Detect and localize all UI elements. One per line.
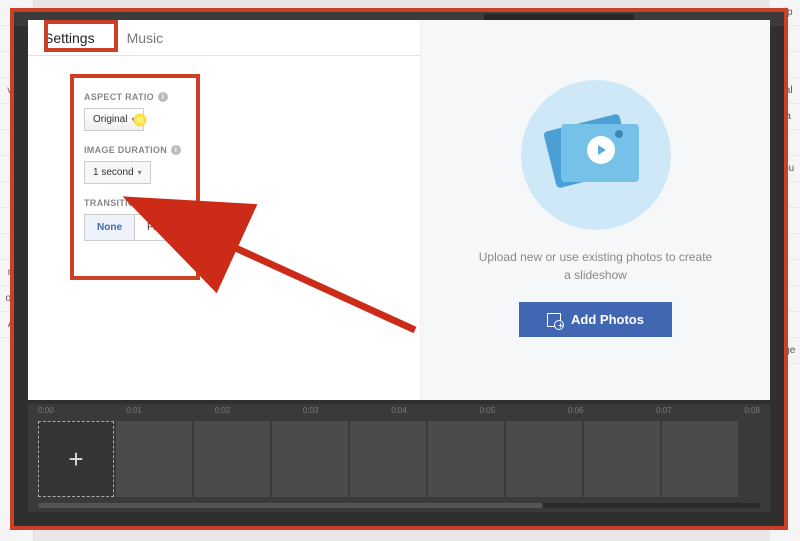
timeline-tick: 0:07 xyxy=(656,406,672,415)
timeline-slot[interactable] xyxy=(350,421,426,497)
aspect-ratio-dropdown[interactable]: Original ▾ xyxy=(84,108,144,131)
timeline-tick: 0:02 xyxy=(215,406,231,415)
timeline-slot[interactable] xyxy=(116,421,192,497)
illustration-dot xyxy=(615,130,623,138)
tab-music[interactable]: Music xyxy=(111,20,180,56)
upload-help-text: Upload new or use existing photos to cre… xyxy=(476,248,716,284)
info-icon[interactable]: i xyxy=(146,198,156,208)
timeline-slot[interactable] xyxy=(506,421,582,497)
timeline-tick: 0:04 xyxy=(391,406,407,415)
aspect-ratio-value: Original xyxy=(93,114,127,125)
timeline-slot[interactable] xyxy=(584,421,660,497)
transition-label: TRANSITION i xyxy=(84,198,186,208)
timeline-tick: 0:00 xyxy=(38,406,54,415)
cursor-highlight-icon xyxy=(133,113,147,127)
info-icon[interactable]: i xyxy=(158,92,168,102)
timeline-tick: 0:06 xyxy=(568,406,584,415)
add-slide-slot[interactable]: + xyxy=(38,421,114,497)
chevron-down-icon: ▾ xyxy=(138,168,142,177)
image-duration-label: IMAGE DURATION i xyxy=(84,145,186,155)
annotation-arrow-icon xyxy=(200,220,430,345)
image-duration-value: 1 second xyxy=(93,167,134,178)
aspect-ratio-label-text: ASPECT RATIO xyxy=(84,92,154,102)
timeline: 0:00 0:01 0:02 0:03 0:04 0:05 0:06 0:07 0:08 + xyxy=(28,404,770,512)
transition-label-text: TRANSITION xyxy=(84,198,142,208)
transition-fade-button[interactable]: Fade xyxy=(135,215,182,240)
timeline-slots: + xyxy=(28,415,770,497)
play-icon xyxy=(587,136,615,164)
image-duration-dropdown[interactable]: 1 second ▾ xyxy=(84,161,151,184)
transition-segmented: None Fade xyxy=(84,214,183,241)
image-duration-label-text: IMAGE DURATION xyxy=(84,145,167,155)
add-photo-icon xyxy=(547,313,561,327)
timeline-tick: 0:03 xyxy=(303,406,319,415)
timeline-slot[interactable] xyxy=(272,421,348,497)
timeline-scrollbar[interactable] xyxy=(38,503,760,508)
annotation-settings-highlight: ASPECT RATIO i Original ▾ IMAGE DURATION… xyxy=(70,74,200,280)
right-panel: Upload new or use existing photos to cre… xyxy=(420,20,770,400)
slideshow-illustration xyxy=(521,80,671,230)
timeline-slot[interactable] xyxy=(194,421,270,497)
tab-settings[interactable]: Settings xyxy=(28,20,111,56)
timeline-tick: 0:05 xyxy=(479,406,495,415)
editor-panel: Settings Music ASPECT RATIO i Original ▾… xyxy=(28,20,770,400)
info-icon[interactable]: i xyxy=(171,145,181,155)
timeline-ticks: 0:00 0:01 0:02 0:03 0:04 0:05 0:06 0:07 0:08 xyxy=(28,404,770,415)
aspect-ratio-label: ASPECT RATIO i xyxy=(84,92,186,102)
timeline-slot[interactable] xyxy=(428,421,504,497)
timeline-slot[interactable] xyxy=(662,421,738,497)
add-photos-button[interactable]: Add Photos xyxy=(519,302,672,337)
timeline-tick: 0:08 xyxy=(744,406,760,415)
timeline-tick: 0:01 xyxy=(126,406,142,415)
add-photos-label: Add Photos xyxy=(571,312,644,327)
annotation-frame: Settings Music ASPECT RATIO i Original ▾… xyxy=(10,8,788,530)
tab-bar: Settings Music xyxy=(28,20,420,56)
left-panel: Settings Music ASPECT RATIO i Original ▾… xyxy=(28,20,420,400)
transition-none-button[interactable]: None xyxy=(85,215,135,240)
